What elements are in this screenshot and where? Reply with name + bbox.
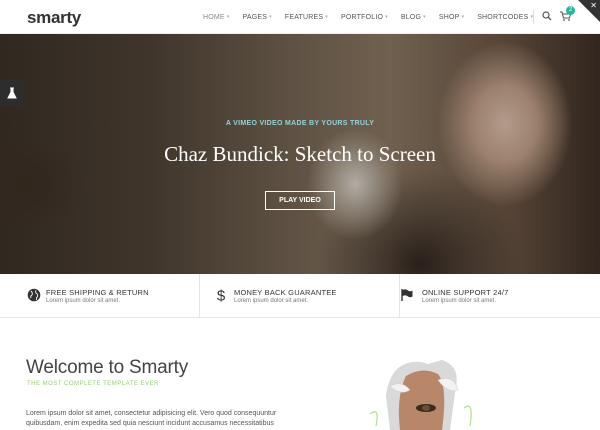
site-logo[interactable]: smarty [27,8,81,28]
play-video-button[interactable]: PLAY VIDEO [265,191,335,210]
chevron-down-icon: ▾ [325,14,328,20]
site-header: smarty HOME ▾ PAGES ▾ FEATURES ▾ PORTFOLIO ▾… [0,0,600,34]
hero-kicker: A VIMEO VIDEO MADE BY YOURS TRULY [225,120,375,127]
nav-label: BLOG [400,13,422,21]
feature-desc: Lorem ipsum dolor sit amet. [422,298,497,304]
nav-label: HOME [203,13,225,21]
nav-home[interactable]: HOME ▾ [203,14,230,21]
feature-item: ONLINE SUPPORT 24/7 Lorem ipsum dolor si… [400,274,600,318]
nav-blog[interactable]: BLOG ▾ [401,14,426,21]
close-icon[interactable]: ✕ [590,1,597,10]
nav-shop[interactable]: SHOP ▾ [439,14,464,21]
welcome-paragraph: Lorem ipsum dolor sit amet, consectetur … [26,410,277,427]
nav-label: PAGES [242,13,268,21]
chevron-down-icon: ▾ [226,14,230,20]
nav-features[interactable]: FEATURES ▾ [285,14,328,21]
nav-label: SHOP [438,13,460,21]
feature-desc: Lorem ipsum dolor sit amet. [46,298,121,304]
nav-label: PORTFOLIO [341,13,384,21]
welcome-subheading: THE MOST COMPLETE TEMPLATE EVER [27,381,159,387]
feature-title: MONEY BACK GUARANTEE [234,288,337,297]
feature-desc: Lorem ipsum dolor sit amet. [234,298,309,304]
hero-slider: A VIMEO VIDEO MADE BY YOURS TRULY Chaz B… [0,34,600,274]
hero-title: Chaz Bundick: Sketch to Screen [164,142,436,166]
cart-count-badge: 2 [566,6,575,15]
chevron-down-icon: ▾ [461,14,465,20]
feature-title: FREE SHIPPING & RETURN [46,288,149,297]
nav-shortcodes[interactable]: SHORTCODES ▾ [477,14,533,21]
nav-label: SHORTCODES [477,13,529,21]
globe-icon [27,288,41,302]
dollar-icon: $ [217,288,226,302]
nav-pages[interactable]: PAGES ▾ [243,14,272,21]
main-nav: HOME ▾ PAGES ▾ FEATURES ▾ PORTFOLIO ▾ BLOG ▾ … [203,0,546,34]
features-strip: FREE SHIPPING & RETURN Lorem ipsum dolor… [0,274,600,318]
feature-title: ONLINE SUPPORT 24/7 [422,288,509,297]
search-icon[interactable] [542,11,552,21]
nav-divider [533,10,534,24]
feature-item: $ MONEY BACK GUARANTEE Lorem ipsum dolor… [200,274,400,318]
nav-portfolio[interactable]: PORTFOLIO ▾ [341,14,388,21]
chevron-down-icon: ▾ [269,14,272,20]
feature-item: FREE SHIPPING & RETURN Lorem ipsum dolor… [0,274,200,318]
chevron-down-icon: ▾ [423,14,426,20]
chevron-down-icon: ▾ [385,14,388,20]
flask-icon [7,87,17,99]
nav-label: FEATURES [284,13,324,21]
welcome-heading: Welcome to Smarty [26,357,189,378]
style-switcher-tab[interactable] [0,80,24,106]
svg-text:$: $ [217,288,226,302]
flag-icon [401,289,413,301]
torn-paper-image [330,356,530,430]
